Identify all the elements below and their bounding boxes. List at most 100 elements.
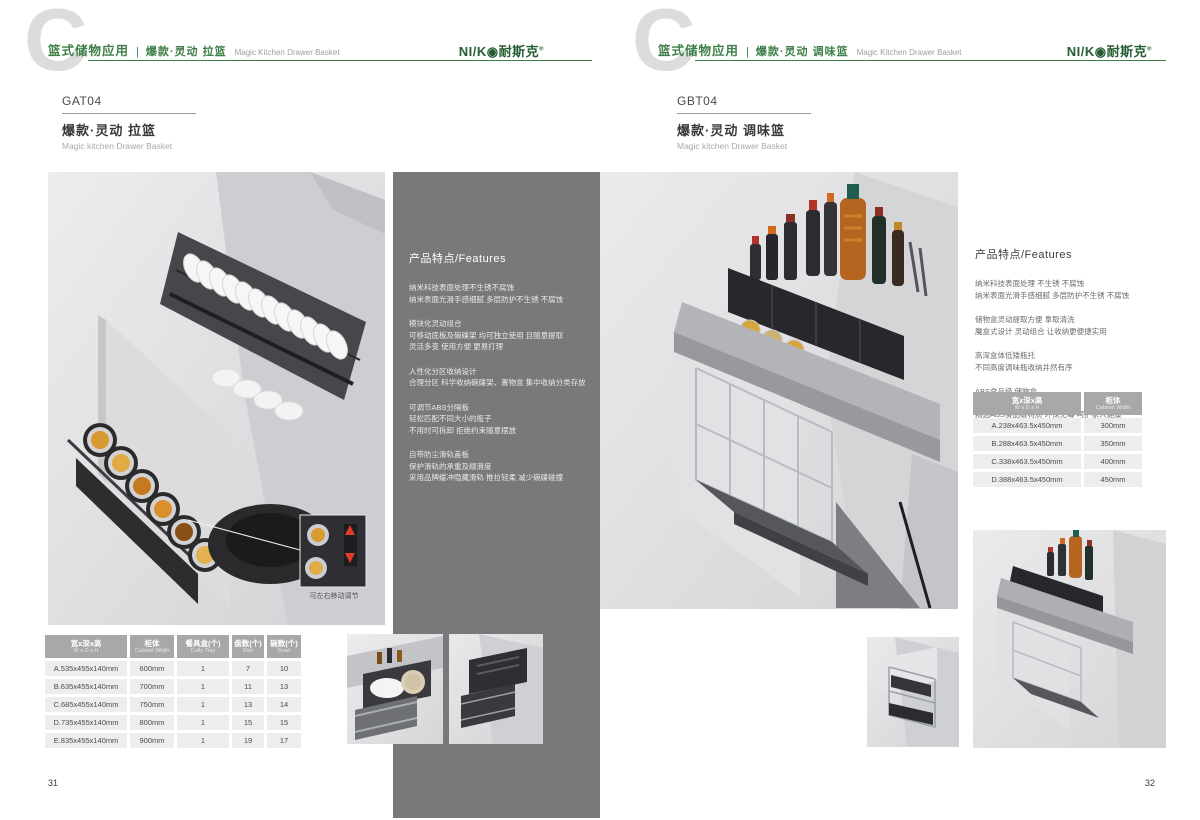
feature-line: 不用时可拆卸 拒绝约束随意摆放 bbox=[409, 425, 586, 437]
table-cell: 750mm bbox=[130, 697, 174, 712]
adjustment-inset bbox=[300, 515, 366, 587]
feature-line: 轻松匹配不同大小的瓶子 bbox=[409, 413, 586, 425]
header-rule bbox=[695, 60, 1166, 61]
table-row: E.835x455x140mm 900mm 1 19 17 bbox=[45, 733, 304, 748]
table-cell: 14 bbox=[267, 697, 301, 712]
product-name-cn: 爆款·灵动 拉篮 bbox=[62, 120, 196, 139]
page-number: 31 bbox=[48, 778, 58, 788]
product-underline bbox=[677, 113, 811, 114]
table-row: C.338x463.5x450mm 400mm bbox=[973, 454, 1145, 469]
feature-line: 纳米科技表面处理不生锈不腐蚀 bbox=[409, 282, 586, 294]
feature-line: 纳米表面光滑手感细腻 多层防护不生锈 不腐蚀 bbox=[975, 290, 1185, 302]
table-cell: 15 bbox=[232, 715, 264, 730]
callout-caption: 可左右移动调节 bbox=[286, 591, 382, 601]
brand-logo: NI/K◉耐斯克® bbox=[1067, 41, 1152, 60]
feature-line: 储物盒灵动提取方便 拿取清洗 bbox=[975, 314, 1185, 326]
product-name-en: Magic kitchen Drawer Basket bbox=[677, 141, 811, 151]
detail-photo-large bbox=[973, 530, 1166, 748]
table-cell: 300mm bbox=[1084, 418, 1142, 433]
main-product-photo bbox=[600, 172, 958, 609]
header-title-cn: 爆款·灵动 拉篮 bbox=[146, 43, 227, 59]
feature-line: 可调节ABS分隔板 bbox=[409, 402, 586, 414]
header-rule bbox=[88, 60, 592, 61]
feature-line: 纳米科技表面处理 不生锈 不腐蚀 bbox=[975, 278, 1185, 290]
header-title-cn: 爆款·灵动 调味篮 bbox=[756, 43, 849, 59]
table-row: A.535x455x140mm 600mm 1 7 10 bbox=[45, 661, 304, 676]
brand-logo: NI/K◉耐斯克® bbox=[459, 41, 544, 60]
table-cell: D.388x463.5x450mm bbox=[973, 472, 1081, 487]
spec-table: 宽x深x高W x D x H 柜体Cabinet Width 餐具盒(个)Cut… bbox=[45, 635, 304, 751]
thumbnail-photo-2 bbox=[449, 634, 543, 744]
page-header: 篮式储物应用 | 爆款·灵动 调味篮 Magic Kitchen Drawer … bbox=[658, 40, 962, 59]
header-divider: | bbox=[746, 46, 749, 58]
table-header-row: 宽x深x高W x D x H 柜体Cabinet Width 餐具盒(个)Cut… bbox=[45, 635, 304, 658]
table-cell: 7 bbox=[232, 661, 264, 676]
product-underline bbox=[62, 113, 196, 114]
table-cell: D.735x455x140mm bbox=[45, 715, 127, 730]
page-number: 32 bbox=[1145, 778, 1155, 788]
table-cell: E.835x455x140mm bbox=[45, 733, 127, 748]
product-title-block: GAT04 爆款·灵动 拉篮 Magic kitchen Drawer Bask… bbox=[62, 94, 196, 151]
table-row: D.735x455x140mm 800mm 1 15 15 bbox=[45, 715, 304, 730]
table-cell: C.685x455x140mm bbox=[45, 697, 127, 712]
table-cell: A.238x463.5x450mm bbox=[973, 418, 1081, 433]
table-cell: 1 bbox=[177, 697, 229, 712]
table-cell: 1 bbox=[177, 661, 229, 676]
table-header-cell: 柜体Cabinet Width bbox=[1084, 392, 1142, 415]
feature-line: 保护滑轨的承重及顺滑度 bbox=[409, 461, 586, 473]
table-cell: 900mm bbox=[130, 733, 174, 748]
table-cell: 600mm bbox=[130, 661, 174, 676]
product-name-cn: 爆款·灵动 调味篮 bbox=[677, 120, 811, 139]
product-code: GBT04 bbox=[677, 94, 811, 108]
header-divider: | bbox=[136, 46, 139, 58]
feature-line: 模块化灵动组合 bbox=[409, 318, 586, 330]
thumbnail-photo-small bbox=[867, 637, 959, 747]
feature-line: 采用品牌缓冲隐藏滑轨 推拉轻柔 减少碗碟碰撞 bbox=[409, 472, 586, 484]
product-title-block: GBT04 爆款·灵动 调味篮 Magic kitchen Drawer Bas… bbox=[677, 94, 811, 151]
main-product-photo: 可左右移动调节 bbox=[48, 172, 385, 625]
table-cell: B.288x463.5x450mm bbox=[973, 436, 1081, 451]
feature-line: 人性化分区收纳设计 bbox=[409, 366, 586, 378]
feature-line: 合理分区 科学收纳碗碟架、置物盒 集中收纳分类存放 bbox=[409, 377, 586, 389]
feature-line: 高深盒体低矮瓶托 bbox=[975, 350, 1185, 362]
table-cell: 1 bbox=[177, 679, 229, 694]
table-header-cell: 宽x深x高W x D x H bbox=[45, 635, 127, 658]
table-cell: 11 bbox=[232, 679, 264, 694]
feature-line: 纳米表面光滑手感细腻 多层防护不生锈 不腐蚀 bbox=[409, 294, 586, 306]
header-category: 篮式储物应用 bbox=[48, 40, 129, 59]
page-header: 篮式储物应用 | 爆款·灵动 拉篮 Magic Kitchen Drawer B… bbox=[48, 40, 340, 59]
table-cell: 15 bbox=[267, 715, 301, 730]
feature-line: 可移动底板及碗碟架 均可独立使用 且随意提取 bbox=[409, 330, 586, 342]
table-cell: 700mm bbox=[130, 679, 174, 694]
table-cell: A.535x455x140mm bbox=[45, 661, 127, 676]
table-cell: 17 bbox=[267, 733, 301, 748]
table-cell: 19 bbox=[232, 733, 264, 748]
table-cell: 350mm bbox=[1084, 436, 1142, 451]
feature-line: 不同高度调味瓶收纳井然有序 bbox=[975, 362, 1185, 374]
table-header-cell: 柜体Cabinet Width bbox=[130, 635, 174, 658]
table-row: B.288x463.5x450mm 350mm bbox=[973, 436, 1145, 451]
table-cell: 450mm bbox=[1084, 472, 1142, 487]
table-cell: 13 bbox=[267, 679, 301, 694]
product-name-en: Magic kitchen Drawer Basket bbox=[62, 141, 196, 151]
catalog-page-right: C 篮式储物应用 | 爆款·灵动 调味篮 Magic Kitchen Drawe… bbox=[600, 0, 1200, 820]
table-cell: 1 bbox=[177, 733, 229, 748]
table-header-cell: 宽x深x高W x D x H bbox=[973, 392, 1081, 415]
header-title-en: Magic Kitchen Drawer Basket bbox=[857, 48, 962, 57]
spice-basket-illustration bbox=[600, 172, 958, 609]
table-cell: 400mm bbox=[1084, 454, 1142, 469]
spec-table: 宽x深x高W x D x H 柜体Cabinet Width A.238x463… bbox=[973, 392, 1145, 490]
header-title-en: Magic Kitchen Drawer Basket bbox=[235, 48, 340, 57]
table-cell: 1 bbox=[177, 715, 229, 730]
catalog-page-left: C 篮式储物应用 | 爆款·灵动 拉篮 Magic Kitchen Drawer… bbox=[0, 0, 600, 820]
table-row: B.635x455x140mm 700mm 1 11 13 bbox=[45, 679, 304, 694]
feature-line: 魔盒式设计 灵动组合 让收纳更便捷实用 bbox=[975, 326, 1185, 338]
table-row: D.388x463.5x450mm 450mm bbox=[973, 472, 1145, 487]
features-title: 产品特点/Features bbox=[409, 250, 586, 266]
drawer-basket-illustration bbox=[48, 172, 385, 625]
feature-line: 自带防尘滑轨盖板 bbox=[409, 449, 586, 461]
table-cell: C.338x463.5x450mm bbox=[973, 454, 1081, 469]
table-cell: 800mm bbox=[130, 715, 174, 730]
table-cell: B.635x455x140mm bbox=[45, 679, 127, 694]
table-row: C.685x455x140mm 750mm 1 13 14 bbox=[45, 697, 304, 712]
